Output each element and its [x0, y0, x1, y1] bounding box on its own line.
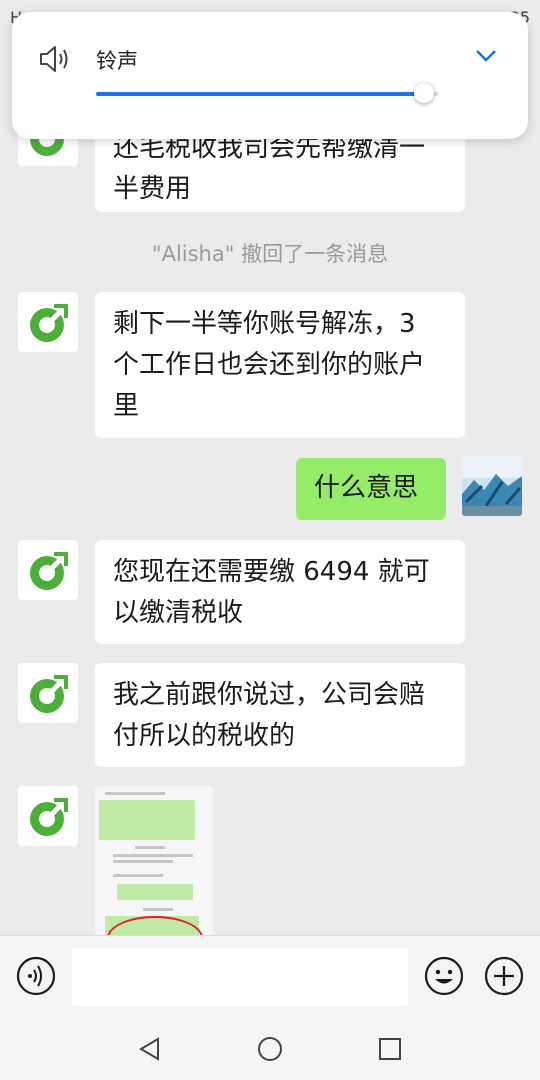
- image-content: [117, 884, 193, 900]
- speaker-icon[interactable]: [38, 44, 72, 74]
- contact-avatar[interactable]: [18, 786, 78, 846]
- contact-logo-icon: [30, 552, 68, 590]
- message-line: 半费用: [113, 174, 192, 204]
- message-bubble[interactable]: 您现在还需要缴 6494 就可 以缴清税收: [95, 540, 465, 644]
- contact-logo-icon: [30, 304, 68, 342]
- nav-bar: [0, 1017, 540, 1080]
- image-content: [135, 846, 165, 849]
- volume-slider-thumb[interactable]: [414, 83, 435, 103]
- message-line: 付所以的税收的: [113, 721, 296, 751]
- message-line: 里: [113, 391, 140, 421]
- message-line: 我之前跟你说过，公司会赔: [113, 680, 426, 710]
- message-line: 什么意思: [314, 473, 419, 503]
- image-content: [113, 854, 193, 857]
- voice-icon[interactable]: [16, 956, 56, 996]
- message-line: 您现在还需要缴 6494 就可: [113, 557, 430, 587]
- plus-icon[interactable]: [484, 956, 524, 996]
- message-line: 个工作日也会还到你的账户: [113, 350, 426, 380]
- volume-slider[interactable]: [96, 83, 438, 103]
- volume-slider-fill: [96, 92, 425, 96]
- message-input[interactable]: [72, 948, 408, 1006]
- image-content: [113, 874, 163, 877]
- message-bubble[interactable]: 剩下一半等你账号解冻，3 个工作日也会还到你的账户 里: [95, 292, 465, 438]
- image-content: [99, 800, 195, 840]
- message-line: 剩下一半等你账号解冻，3: [113, 309, 416, 339]
- message-line: 以缴清税收: [113, 598, 244, 628]
- image-content: [105, 792, 165, 795]
- chat-area[interactable]: 还毛税收我司会先帮缴清一 半费用 "Alisha" 撤回了一条消息 剩下一半等你…: [0, 0, 540, 935]
- contact-avatar[interactable]: [18, 540, 78, 600]
- input-bar: [0, 935, 540, 1018]
- emoji-icon[interactable]: [424, 956, 464, 996]
- my-avatar[interactable]: [462, 456, 522, 516]
- message-bubble[interactable]: 我之前跟你说过，公司会赔 付所以的税收的: [95, 663, 465, 767]
- contact-avatar[interactable]: [18, 292, 78, 352]
- home-icon[interactable]: [256, 1035, 284, 1063]
- chevron-down-icon[interactable]: [474, 48, 498, 64]
- my-message-bubble[interactable]: 什么意思: [296, 458, 446, 520]
- contact-logo-icon: [30, 675, 68, 713]
- recall-notice: "Alisha" 撤回了一条消息: [151, 242, 389, 266]
- volume-popup[interactable]: 铃声: [12, 12, 528, 139]
- image-content: [143, 908, 173, 911]
- back-icon[interactable]: [136, 1035, 164, 1063]
- contact-logo-icon: [30, 798, 68, 836]
- contact-avatar[interactable]: [18, 663, 78, 723]
- image-content: [113, 860, 173, 863]
- image-message[interactable]: [95, 786, 213, 935]
- user-photo-icon: [462, 456, 522, 516]
- recents-icon[interactable]: [376, 1035, 404, 1063]
- volume-label: 铃声: [96, 49, 138, 73]
